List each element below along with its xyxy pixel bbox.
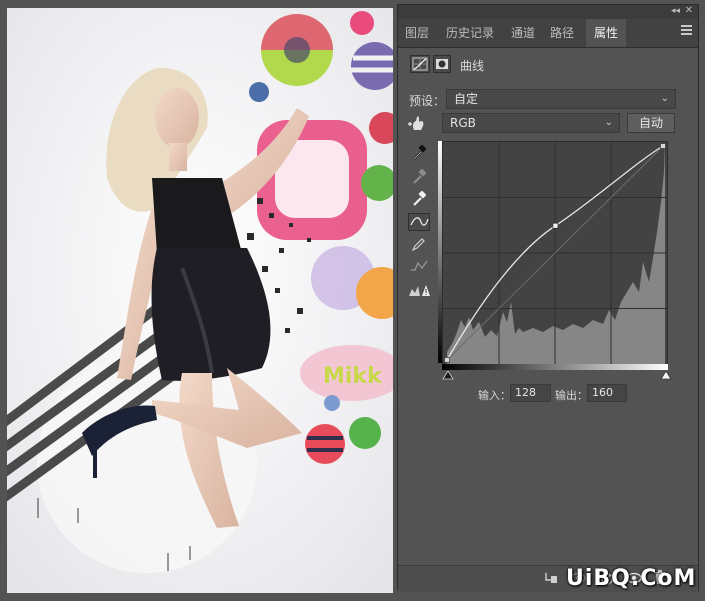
site-watermark: UiBQ.CoM bbox=[566, 566, 697, 591]
curve-control-point[interactable] bbox=[660, 143, 666, 149]
channel-select[interactable]: RGB ⌄ bbox=[442, 113, 620, 133]
panel-title-bar: ◂◂ ✕ bbox=[398, 5, 698, 19]
properties-panel: ◂◂ ✕ 图层 历史记录 通道 路径 属性 曲线 预设： 自定 ⌄ RGB ⌄ … bbox=[397, 4, 699, 592]
channel-select-value: RGB bbox=[450, 116, 476, 130]
tab-history[interactable]: 历史记录 bbox=[440, 19, 500, 47]
clipping-warning-icon[interactable] bbox=[408, 283, 430, 300]
panel-menu-icon[interactable] bbox=[681, 25, 692, 35]
tab-channels[interactable]: 通道 bbox=[506, 19, 540, 47]
curve-graph[interactable] bbox=[442, 141, 668, 365]
curve-plot bbox=[443, 142, 667, 364]
gray-point-eyedropper-icon[interactable] bbox=[412, 168, 427, 188]
document-canvas[interactable]: Mikk bbox=[7, 8, 393, 593]
chevron-down-icon: ⌄ bbox=[660, 93, 669, 104]
layer-mask-icon[interactable] bbox=[433, 55, 451, 73]
output-label: 输出： bbox=[555, 389, 588, 402]
black-point-eyedropper-icon[interactable] bbox=[412, 144, 427, 164]
output-gradient-bar bbox=[438, 141, 442, 363]
input-gradient-bar bbox=[442, 364, 668, 370]
tab-properties[interactable]: 属性 bbox=[586, 19, 626, 47]
input-label: 输入： bbox=[478, 389, 511, 402]
curve-control-point[interactable] bbox=[444, 357, 450, 363]
input-field[interactable]: 128 bbox=[510, 384, 551, 402]
white-point-eyedropper-icon[interactable] bbox=[412, 190, 427, 210]
curve-control-point[interactable] bbox=[552, 222, 559, 229]
white-point-slider[interactable] bbox=[660, 369, 672, 383]
clip-to-layer-icon[interactable] bbox=[544, 571, 558, 588]
preset-select-value: 自定 bbox=[454, 92, 479, 106]
panel-tabs: 图层 历史记录 通道 路径 属性 bbox=[398, 19, 698, 48]
pencil-draw-icon[interactable] bbox=[411, 237, 426, 254]
black-point-slider[interactable] bbox=[442, 369, 454, 383]
preset-select[interactable]: 自定 ⌄ bbox=[446, 89, 676, 109]
svg-text:Mikk: Mikk bbox=[323, 364, 383, 389]
close-icon[interactable]: ✕ bbox=[685, 5, 693, 16]
curves-adjustment-icon[interactable] bbox=[410, 55, 430, 73]
target-adjust-hand-icon[interactable] bbox=[408, 115, 430, 136]
curve-point-tool-icon[interactable] bbox=[408, 213, 430, 231]
adjustment-title: 曲线 bbox=[460, 59, 485, 73]
collapse-icon[interactable]: ◂◂ bbox=[671, 6, 680, 16]
smooth-curve-icon[interactable] bbox=[410, 259, 428, 276]
canvas-artwork: Mikk bbox=[7, 8, 393, 593]
preset-label: 预设： bbox=[409, 94, 446, 108]
tab-layers[interactable]: 图层 bbox=[402, 19, 432, 47]
chevron-down-icon: ⌄ bbox=[604, 117, 613, 128]
tab-paths[interactable]: 路径 bbox=[544, 19, 580, 47]
auto-button[interactable]: 自动 bbox=[627, 113, 675, 133]
output-field[interactable]: 160 bbox=[587, 384, 627, 402]
